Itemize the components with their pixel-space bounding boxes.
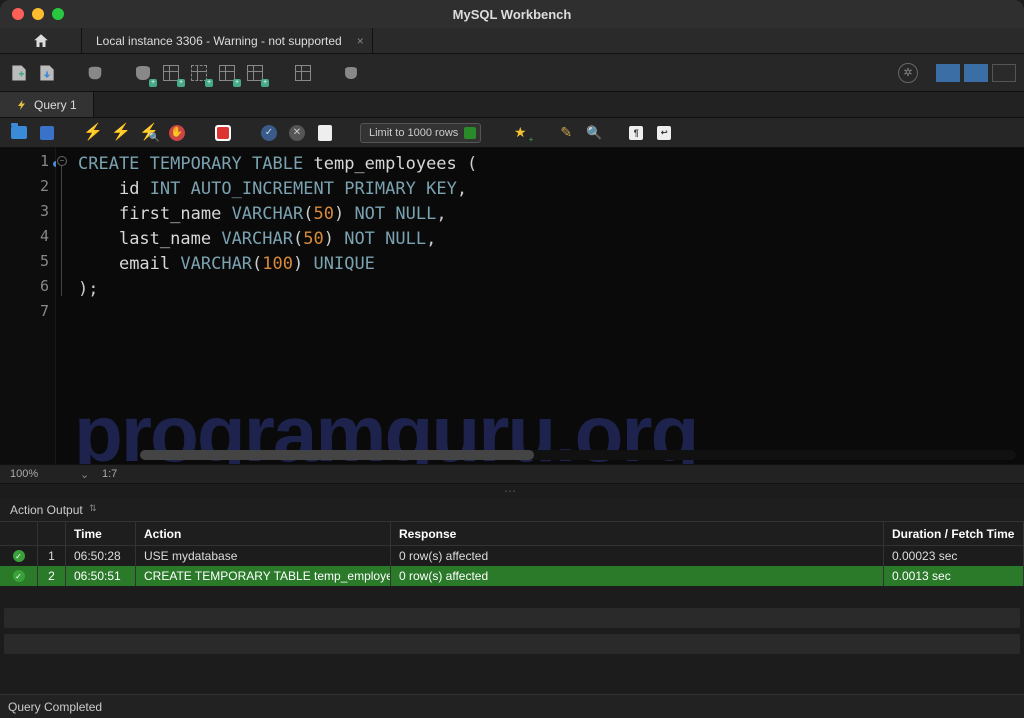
window-title: MySQL Workbench bbox=[0, 7, 1024, 22]
new-sql-tab-button[interactable] bbox=[8, 62, 30, 84]
connection-tab-label: Local instance 3306 - Warning - not supp… bbox=[96, 34, 342, 48]
toggle-invisible-button[interactable]: ¶ bbox=[627, 124, 645, 142]
col-duration: Duration / Fetch Time bbox=[884, 522, 1024, 545]
status-text: Query Completed bbox=[8, 700, 102, 714]
create-procedure-button[interactable]: + bbox=[216, 62, 238, 84]
empty-row bbox=[4, 608, 1020, 628]
create-function-button[interactable]: + bbox=[244, 62, 266, 84]
zoom-level[interactable]: 100% bbox=[10, 468, 80, 480]
explain-button[interactable]: ⚡🔍 bbox=[140, 124, 158, 142]
watermark-text: programguru.org bbox=[74, 421, 1016, 446]
toggle-wrap-button[interactable]: ↩ bbox=[655, 124, 673, 142]
stop-button[interactable]: ✋ bbox=[168, 124, 186, 142]
connection-tab[interactable]: Local instance 3306 - Warning - not supp… bbox=[82, 28, 373, 53]
cursor-position: 1:7 bbox=[102, 468, 117, 480]
open-sql-file-button[interactable] bbox=[36, 62, 58, 84]
query-tab-label: Query 1 bbox=[34, 98, 77, 112]
status-bar: Query Completed bbox=[0, 694, 1024, 718]
execute-button[interactable]: ⚡ bbox=[84, 124, 102, 142]
col-response: Response bbox=[391, 522, 884, 545]
add-snippet-button[interactable]: ★ bbox=[511, 124, 529, 142]
output-row[interactable]: ✓ 1 06:50:28 USE mydatabase 0 row(s) aff… bbox=[0, 546, 1024, 566]
panel-toggle-group bbox=[936, 64, 1016, 82]
query-tab[interactable]: Query 1 bbox=[0, 92, 94, 117]
code-area[interactable]: CREATE TEMPORARY TABLE temp_employees ( … bbox=[70, 148, 1024, 464]
toggle-secondary-sidebar-button[interactable] bbox=[964, 64, 988, 82]
inspector-button[interactable] bbox=[84, 62, 106, 84]
beautify-button[interactable]: ✎ bbox=[557, 124, 575, 142]
reconnect-button[interactable] bbox=[340, 62, 362, 84]
save-file-button[interactable] bbox=[38, 124, 56, 142]
editor-toolbar: ⚡ ⚡ ⚡🔍 ✋ ✓ ✕ Limit to 1000 rows ★ ✎ 🔍 ¶ … bbox=[0, 118, 1024, 148]
main-toolbar: + + + + + ✲ bbox=[0, 54, 1024, 92]
action-output-table: Time Action Response Duration / Fetch Ti… bbox=[0, 522, 1024, 654]
lightning-icon bbox=[16, 99, 28, 111]
window-titlebar: MySQL Workbench bbox=[0, 0, 1024, 28]
toggle-output-panel-button[interactable] bbox=[992, 64, 1016, 82]
connection-tab-bar: Local instance 3306 - Warning - not supp… bbox=[0, 28, 1024, 54]
find-button[interactable]: 🔍 bbox=[585, 124, 603, 142]
fold-toggle-icon[interactable]: − bbox=[57, 156, 67, 166]
panel-splitter[interactable]: ⋯ bbox=[0, 484, 1024, 498]
output-type-label: Action Output bbox=[10, 503, 83, 517]
create-schema-button[interactable]: + bbox=[132, 62, 154, 84]
home-icon bbox=[32, 32, 50, 50]
output-type-select[interactable]: Action Output bbox=[8, 503, 97, 517]
col-action: Action bbox=[136, 522, 391, 545]
open-file-button[interactable] bbox=[10, 124, 28, 142]
rollback-button[interactable]: ✕ bbox=[288, 124, 306, 142]
close-tab-icon[interactable]: × bbox=[357, 34, 364, 48]
toggle-sidebar-button[interactable] bbox=[936, 64, 960, 82]
commit-button[interactable]: ✓ bbox=[260, 124, 278, 142]
row-limit-label: Limit to 1000 rows bbox=[369, 127, 458, 139]
col-time: Time bbox=[66, 522, 136, 545]
row-limit-select[interactable]: Limit to 1000 rows bbox=[360, 123, 481, 143]
sql-editor[interactable]: 1 234 567 − CREATE TEMPORARY TABLE temp_… bbox=[0, 148, 1024, 464]
editor-status-bar: 100% ⌄ 1:7 bbox=[0, 464, 1024, 484]
settings-icon[interactable]: ✲ bbox=[898, 63, 918, 83]
zoom-caret-icon[interactable]: ⌄ bbox=[80, 468, 88, 481]
create-view-button[interactable]: + bbox=[188, 62, 210, 84]
output-table-header: Time Action Response Duration / Fetch Ti… bbox=[0, 522, 1024, 546]
query-tab-bar: Query 1 bbox=[0, 92, 1024, 118]
fold-gutter: − bbox=[56, 148, 70, 464]
output-panel-header: Action Output bbox=[0, 498, 1024, 522]
line-number-gutter: 1 234 567 bbox=[0, 148, 56, 464]
output-row[interactable]: ✓ 2 06:50:51 CREATE TEMPORARY TABLE temp… bbox=[0, 566, 1024, 586]
home-button[interactable] bbox=[0, 28, 82, 53]
horizontal-scrollbar[interactable] bbox=[140, 450, 1016, 460]
execute-current-button[interactable]: ⚡ bbox=[112, 124, 130, 142]
toggle-whitespace-button[interactable] bbox=[316, 124, 334, 142]
empty-row bbox=[4, 634, 1020, 654]
success-icon: ✓ bbox=[13, 570, 25, 582]
create-table-button[interactable]: + bbox=[160, 62, 182, 84]
success-icon: ✓ bbox=[13, 550, 25, 562]
toggle-autocommit-button[interactable] bbox=[214, 124, 232, 142]
search-table-data-button[interactable] bbox=[292, 62, 314, 84]
